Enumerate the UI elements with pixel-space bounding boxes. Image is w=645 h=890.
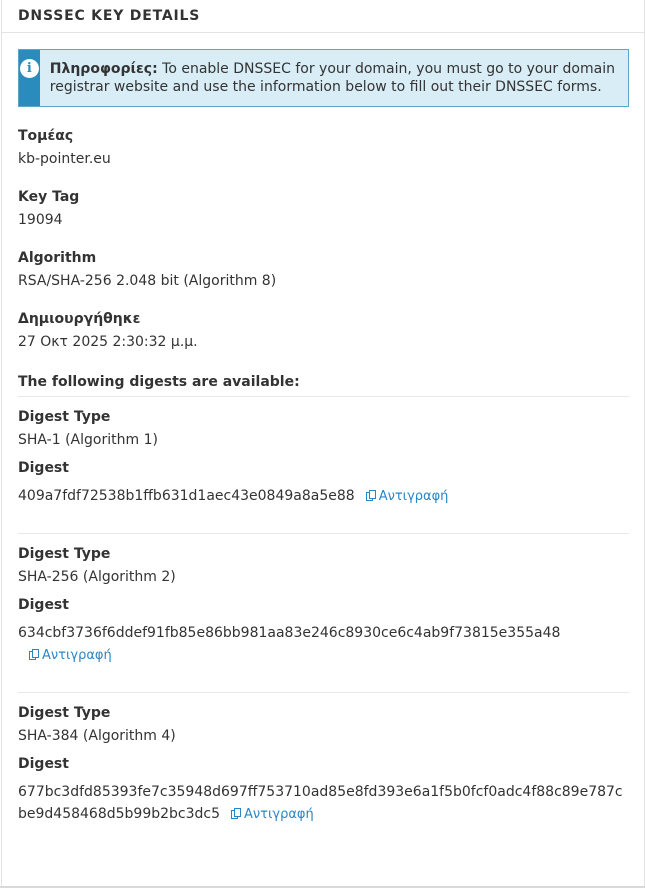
copy-button[interactable]: Αντιγραφή [231, 807, 314, 822]
copy-button[interactable]: Αντιγραφή [365, 489, 449, 504]
digest-value-line: 634cbf3736f6ddef91fb85e86bb981aa83e246c8… [18, 622, 629, 668]
panel-body: i Πληροφορίες: To enable DNSSEC for your… [2, 33, 644, 851]
field-label: Τομέας [18, 128, 74, 144]
digest-block: Digest Type SHA-256 (Algorithm 2) Digest… [18, 534, 629, 693]
field-label: Key Tag [18, 189, 80, 205]
field-label: Δημιουργήθηκε [18, 311, 141, 327]
digest-label: Digest [18, 597, 69, 613]
copy-button[interactable]: Αντιγραφή [29, 648, 112, 663]
digest-label: Digest [18, 460, 69, 476]
alert-icon-column: i [19, 50, 40, 106]
field-domain: Τομέας kb-pointer.eu [18, 127, 629, 168]
digest-block: Digest Type SHA-384 (Algorithm 4) Digest… [18, 693, 629, 851]
copy-label: Αντιγραφή [244, 807, 314, 822]
digest-type-value: SHA-1 (Algorithm 1) [18, 432, 158, 448]
panel-bottom-border [0, 886, 645, 888]
copy-icon [365, 487, 376, 509]
copy-icon [29, 646, 39, 668]
panel-title: DNSSEC KEY DETAILS [18, 8, 201, 24]
digest-value-line: 677bc3dfd85393fe7c35948d697ff753710ad85e… [18, 781, 629, 827]
copy-label: Αντιγραφή [42, 648, 112, 663]
digest-value-line: 409a7fdf72538b1ffb631d1aec43e0849a8a5e88… [18, 485, 629, 509]
digest-type-value: SHA-384 (Algorithm 4) [18, 728, 176, 744]
info-icon: i [19, 59, 39, 78]
field-label: Algorithm [18, 250, 97, 266]
digest-label: Digest [18, 756, 69, 772]
field-key-tag: Key Tag 19094 [18, 188, 629, 229]
copy-label: Αντιγραφή [378, 489, 449, 504]
digest-type-label: Digest Type [18, 705, 111, 721]
digest-value: 409a7fdf72538b1ffb631d1aec43e0849a8a5e88 [18, 488, 355, 504]
field-value: 27 Οκτ 2025 2:30:32 μ.μ. [18, 334, 198, 350]
panel-header: DNSSEC KEY DETAILS [2, 0, 644, 33]
field-algorithm: Algorithm RSA/SHA-256 2.048 bit (Algorit… [18, 249, 629, 290]
digest-value: 677bc3dfd85393fe7c35948d697ff753710ad85e… [18, 784, 623, 822]
digest-block: Digest Type SHA-1 (Algorithm 1) Digest 4… [18, 397, 629, 534]
field-created: Δημιουργήθηκε 27 Οκτ 2025 2:30:32 μ.μ. [18, 310, 629, 351]
dnssec-panel: DNSSEC KEY DETAILS i Πληροφορίες: To ena… [1, 0, 645, 888]
info-alert: i Πληροφορίες: To enable DNSSEC for your… [18, 49, 629, 107]
digest-type-label: Digest Type [18, 409, 111, 425]
alert-message: Πληροφορίες: To enable DNSSEC for your d… [40, 50, 628, 106]
digest-type-value: SHA-256 (Algorithm 2) [18, 569, 176, 585]
digests-heading: The following digests are available: [18, 373, 629, 397]
field-value: RSA/SHA-256 2.048 bit (Algorithm 8) [18, 273, 277, 289]
alert-label: Πληροφορίες: [49, 61, 158, 77]
copy-icon [231, 805, 242, 827]
field-value: kb-pointer.eu [18, 151, 111, 167]
digest-value: 634cbf3736f6ddef91fb85e86bb981aa83e246c8… [18, 625, 561, 641]
field-value: 19094 [18, 212, 63, 228]
digest-type-label: Digest Type [18, 546, 111, 562]
